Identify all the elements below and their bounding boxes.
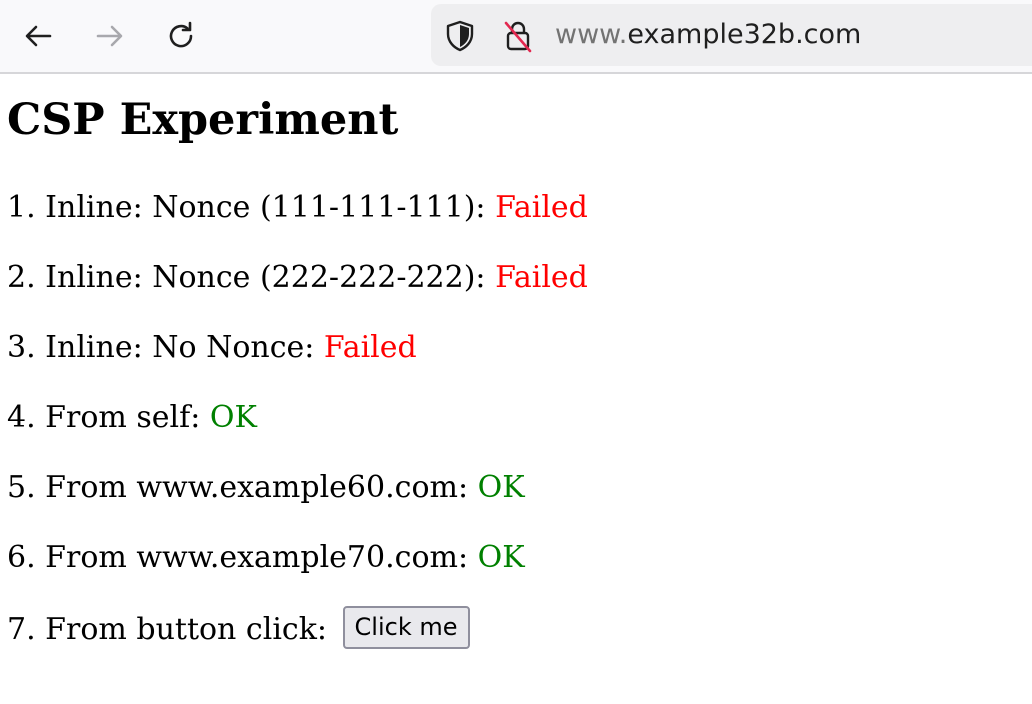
reload-icon [169, 21, 193, 48]
test-line-1: 1. Inline: Nonce (111-111-111): Failed [7, 188, 588, 228]
test-label: 7. From button click: [7, 612, 337, 647]
url-subdomain: www. [555, 19, 628, 50]
test-line-4: 4. From self: OK [7, 398, 257, 438]
back-button[interactable] [16, 14, 60, 58]
test-label: 3. Inline: No Nonce: [7, 330, 324, 365]
test-line-2: 2. Inline: Nonce (222-222-222): Failed [7, 258, 588, 298]
address-bar[interactable]: www.example32b.com [431, 4, 1032, 66]
shield-icon[interactable] [445, 20, 475, 52]
test-line-5: 5. From www.example60.com: OK [7, 468, 525, 508]
insecure-lock-icon[interactable] [503, 19, 533, 53]
status-failed: Failed [323, 330, 417, 365]
status-failed: Failed [495, 260, 588, 295]
test-label: 1. Inline: Nonce (111-111-111): [7, 190, 496, 225]
forward-button[interactable] [88, 14, 132, 58]
status-failed: Failed [495, 190, 588, 225]
status-ok: OK [477, 470, 525, 505]
browser-toolbar: www.example32b.com [0, 0, 1032, 74]
click-me-button[interactable]: Click me [342, 605, 470, 649]
test-label: 2. Inline: Nonce (222-222-222): [7, 260, 496, 295]
test-line-3: 3. Inline: No Nonce: Failed [7, 328, 417, 368]
page-title: CSP Experiment [7, 95, 399, 145]
url-domain: example32b.com [627, 19, 862, 50]
status-ok: OK [209, 400, 257, 435]
status-ok: OK [477, 540, 525, 575]
test-label: 6. From www.example70.com: [7, 540, 478, 575]
test-label: 4. From self: [7, 400, 210, 435]
test-line-7: 7. From button click: Click me [7, 605, 470, 650]
test-label: 5. From www.example60.com: [7, 470, 478, 505]
arrow-right-icon [96, 25, 123, 47]
reload-button[interactable] [159, 14, 203, 58]
arrow-left-icon [25, 25, 52, 47]
test-line-6: 6. From www.example70.com: OK [7, 538, 525, 578]
url-text[interactable]: www.example32b.com [555, 18, 861, 52]
page-content: CSP Experiment 1. Inline: Nonce (111-111… [0, 76, 1032, 704]
